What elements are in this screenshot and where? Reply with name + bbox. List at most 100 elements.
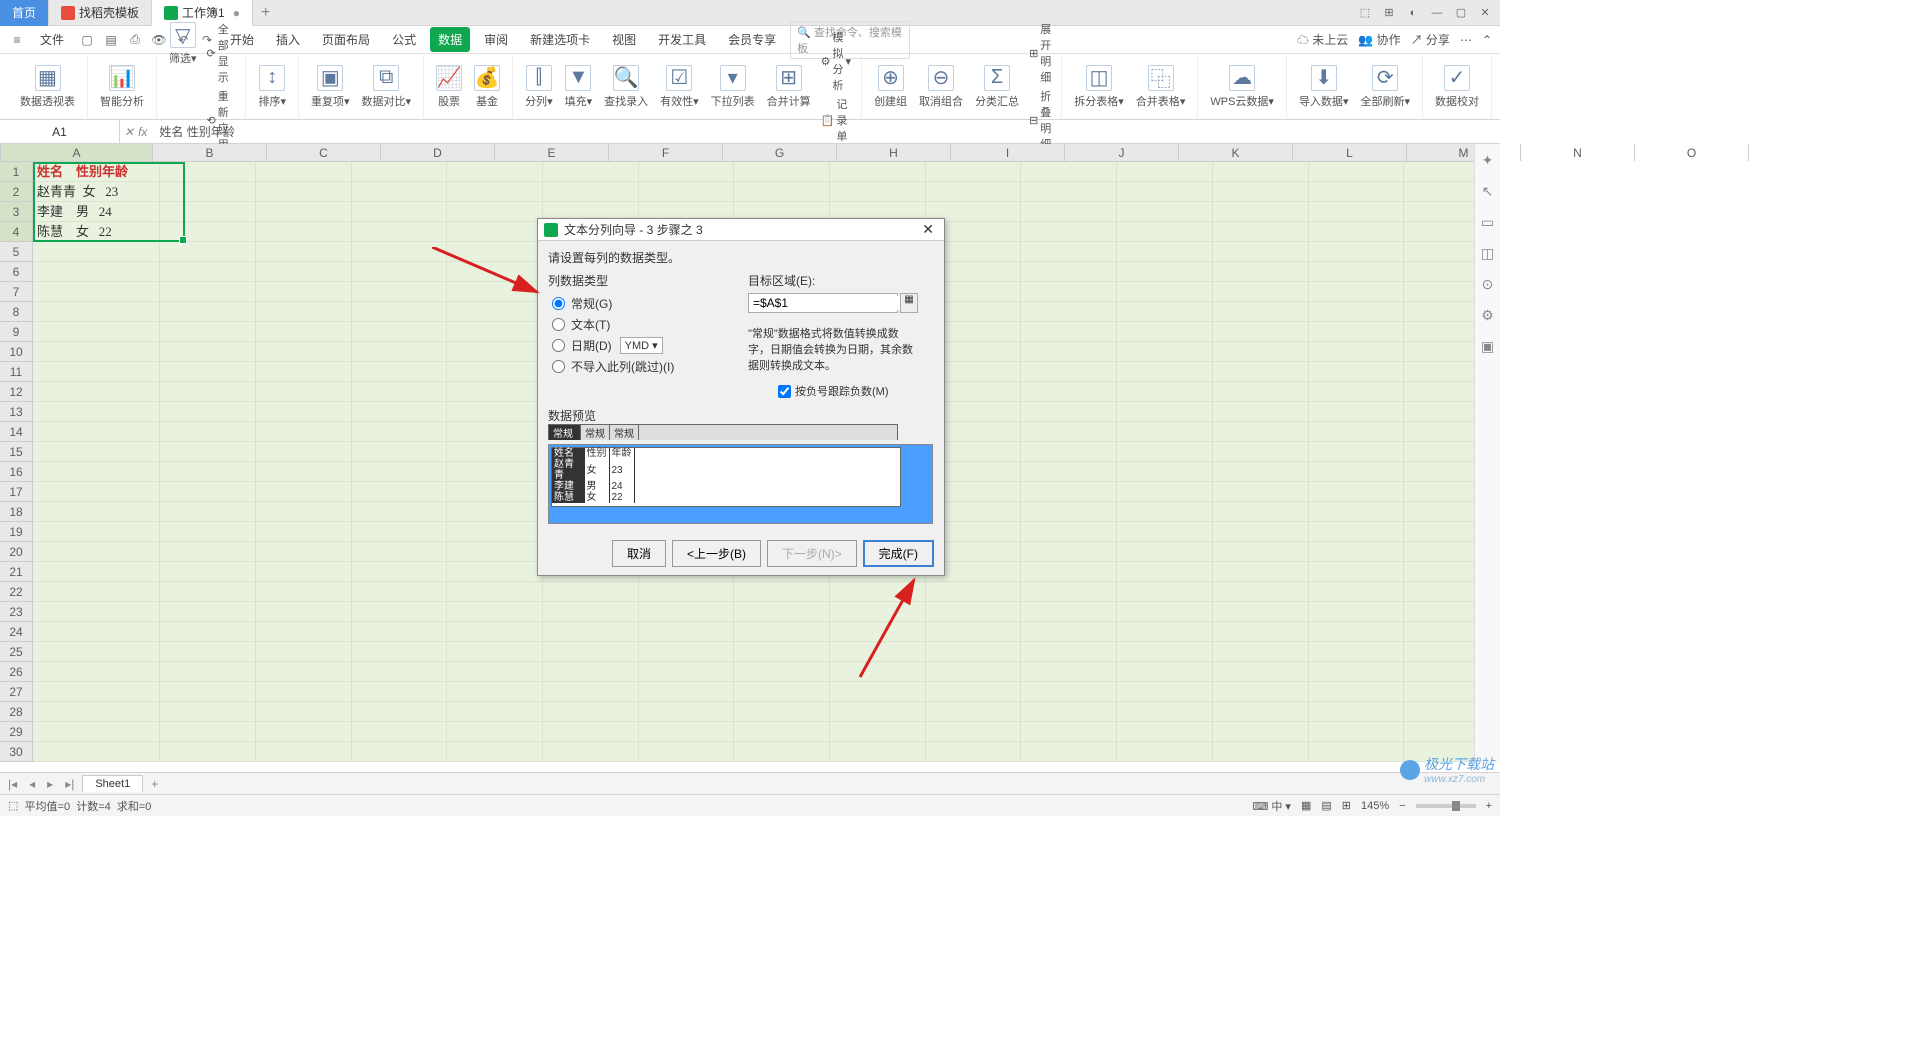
cell[interactable]: [1117, 482, 1213, 502]
cell[interactable]: [1309, 682, 1405, 702]
cell[interactable]: [1021, 442, 1117, 462]
cell[interactable]: [639, 682, 735, 702]
cell[interactable]: [256, 302, 352, 322]
radio-date[interactable]: 日期(D) YMD ▾: [548, 335, 728, 356]
cell[interactable]: [1309, 542, 1405, 562]
cell[interactable]: [352, 742, 448, 762]
cell[interactable]: [352, 582, 448, 602]
cell[interactable]: [734, 582, 830, 602]
cell[interactable]: [447, 282, 543, 302]
cell[interactable]: [1309, 422, 1405, 442]
cell[interactable]: [1117, 582, 1213, 602]
cell[interactable]: [639, 662, 735, 682]
cell[interactable]: [1021, 462, 1117, 482]
cell[interactable]: [1117, 542, 1213, 562]
cell[interactable]: [33, 602, 160, 622]
maximize-icon[interactable]: ▢: [1450, 4, 1472, 22]
range-picker-icon[interactable]: ▦: [900, 293, 918, 313]
fill-button[interactable]: ▼填充▾: [561, 63, 597, 111]
validate-button[interactable]: ☑有效性▾: [656, 63, 703, 111]
cell[interactable]: [1309, 342, 1405, 362]
ungroup-button[interactable]: ⊖取消组合: [915, 63, 967, 111]
fund-button[interactable]: 💰基金: [470, 63, 504, 111]
cell[interactable]: [447, 542, 543, 562]
cell[interactable]: [926, 662, 1022, 682]
target-input[interactable]: [748, 293, 898, 313]
cell[interactable]: [1309, 262, 1405, 282]
cell[interactable]: [256, 282, 352, 302]
cell[interactable]: [1213, 302, 1309, 322]
cell[interactable]: 陈慧 女 22: [33, 222, 160, 242]
cell[interactable]: [447, 522, 543, 542]
cell[interactable]: [33, 282, 160, 302]
cell[interactable]: [1117, 402, 1213, 422]
row-header[interactable]: 7: [0, 282, 33, 302]
cell[interactable]: [543, 682, 639, 702]
cell[interactable]: [1021, 622, 1117, 642]
cell[interactable]: [1213, 722, 1309, 742]
cell[interactable]: [1213, 342, 1309, 362]
cell[interactable]: [33, 622, 160, 642]
cell[interactable]: [160, 282, 256, 302]
formula-input[interactable]: 姓名 性别年龄: [151, 123, 1500, 140]
cell[interactable]: [33, 302, 160, 322]
cell[interactable]: [1021, 322, 1117, 342]
cell[interactable]: [1117, 502, 1213, 522]
tab-insert[interactable]: 插入: [268, 27, 308, 52]
cell[interactable]: [1213, 522, 1309, 542]
split-button[interactable]: ⫿分列▾: [521, 63, 557, 111]
cell[interactable]: [33, 422, 160, 442]
cell[interactable]: [1213, 562, 1309, 582]
negative-checkbox[interactable]: 按负号跟踪负数(M): [748, 383, 934, 399]
cell[interactable]: [1117, 182, 1213, 202]
cell[interactable]: [1117, 342, 1213, 362]
cell[interactable]: [734, 722, 830, 742]
sort-button[interactable]: ↕排序▾: [254, 63, 290, 111]
cell[interactable]: [1309, 182, 1405, 202]
cell[interactable]: [543, 182, 639, 202]
cell[interactable]: [160, 482, 256, 502]
cell[interactable]: [1213, 322, 1309, 342]
cell[interactable]: [352, 642, 448, 662]
cell[interactable]: [1309, 502, 1405, 522]
cloud-status[interactable]: ☁ 未上云: [1297, 31, 1348, 48]
open-icon[interactable]: ▢: [78, 31, 96, 49]
select-icon[interactable]: ↖: [1482, 183, 1494, 200]
cell[interactable]: [1021, 362, 1117, 382]
cell[interactable]: [160, 362, 256, 382]
cell[interactable]: [447, 442, 543, 462]
cell[interactable]: [33, 522, 160, 542]
compare-button[interactable]: ⧉数据对比▾: [358, 63, 416, 111]
cell[interactable]: [256, 402, 352, 422]
cell[interactable]: [256, 262, 352, 282]
cell[interactable]: [33, 642, 160, 662]
cell[interactable]: [1309, 722, 1405, 742]
tab-data[interactable]: 数据: [430, 27, 470, 52]
cell[interactable]: [1213, 742, 1309, 762]
cell[interactable]: [256, 442, 352, 462]
cell[interactable]: [926, 582, 1022, 602]
cancel-fx-icon[interactable]: ✕: [124, 125, 134, 139]
cell[interactable]: [1021, 302, 1117, 322]
cell[interactable]: [734, 182, 830, 202]
cell[interactable]: [33, 462, 160, 482]
cell[interactable]: [447, 382, 543, 402]
cell[interactable]: 赵青青 女 23: [33, 182, 160, 202]
zoom-slider[interactable]: [1416, 804, 1476, 808]
row-header[interactable]: 10: [0, 342, 33, 362]
cell[interactable]: [830, 702, 926, 722]
cell[interactable]: [1117, 702, 1213, 722]
cell[interactable]: [734, 642, 830, 662]
cell[interactable]: [160, 182, 256, 202]
cell[interactable]: [1117, 442, 1213, 462]
cell[interactable]: [447, 742, 543, 762]
cell[interactable]: [160, 222, 256, 242]
cell[interactable]: [926, 182, 1022, 202]
cell[interactable]: [1309, 442, 1405, 462]
cell[interactable]: [1213, 282, 1309, 302]
cell[interactable]: [1117, 722, 1213, 742]
cell[interactable]: [1213, 682, 1309, 702]
cell[interactable]: [447, 202, 543, 222]
cell[interactable]: [33, 322, 160, 342]
col-header[interactable]: L: [1293, 144, 1407, 161]
